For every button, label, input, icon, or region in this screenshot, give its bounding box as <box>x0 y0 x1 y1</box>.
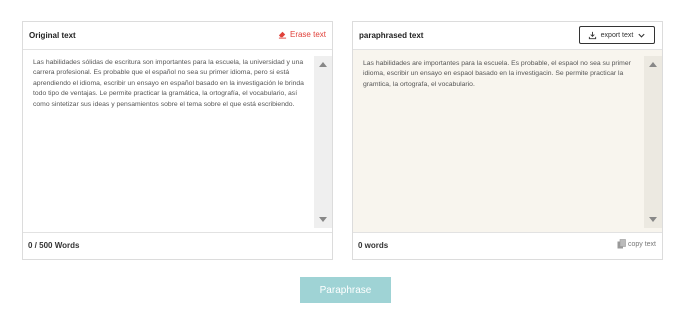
paraphrased-text-area: Las habilidades are importantes para la … <box>363 60 631 88</box>
scroll-up-icon[interactable] <box>649 62 657 67</box>
paraphrased-text-panel: paraphrased text export text Las habilid… <box>352 21 663 260</box>
original-text-panel: Original text Erase text Las habilidades… <box>22 21 333 260</box>
copy-icon <box>617 239 626 249</box>
paraphrased-panel-footer: 0 words copy text <box>353 232 662 259</box>
download-icon <box>588 31 596 39</box>
original-panel-header: Original text Erase text <box>23 22 332 50</box>
scroll-down-icon[interactable] <box>319 217 327 222</box>
paraphrased-scrollbar[interactable] <box>644 56 662 228</box>
original-word-count: 0 / 500 Words <box>28 241 80 250</box>
paraphrase-button[interactable]: Paraphrase <box>300 277 391 303</box>
export-text-button[interactable]: export text <box>579 26 655 44</box>
copy-text-label: copy text <box>627 240 656 248</box>
export-text-label: export text <box>600 31 634 39</box>
erase-text-button[interactable]: Erase text <box>278 30 326 39</box>
erase-text-label: Erase text <box>289 30 326 39</box>
eraser-icon <box>278 31 287 39</box>
chevron-down-icon <box>638 33 645 38</box>
paraphrased-panel-header: paraphrased text export text <box>353 22 662 50</box>
original-panel-footer: 0 / 500 Words <box>23 232 332 259</box>
scroll-up-icon[interactable] <box>319 62 327 67</box>
copy-text-button[interactable]: copy text <box>617 239 656 249</box>
scroll-down-icon[interactable] <box>649 217 657 222</box>
paraphrased-panel-title: paraphrased text <box>359 31 424 40</box>
original-panel-title: Original text <box>29 31 76 40</box>
paraphrased-word-count: 0 words <box>358 241 389 250</box>
original-scrollbar[interactable] <box>314 56 332 228</box>
original-text-area[interactable]: Las habilidades sólidas de escritura son… <box>33 58 315 110</box>
